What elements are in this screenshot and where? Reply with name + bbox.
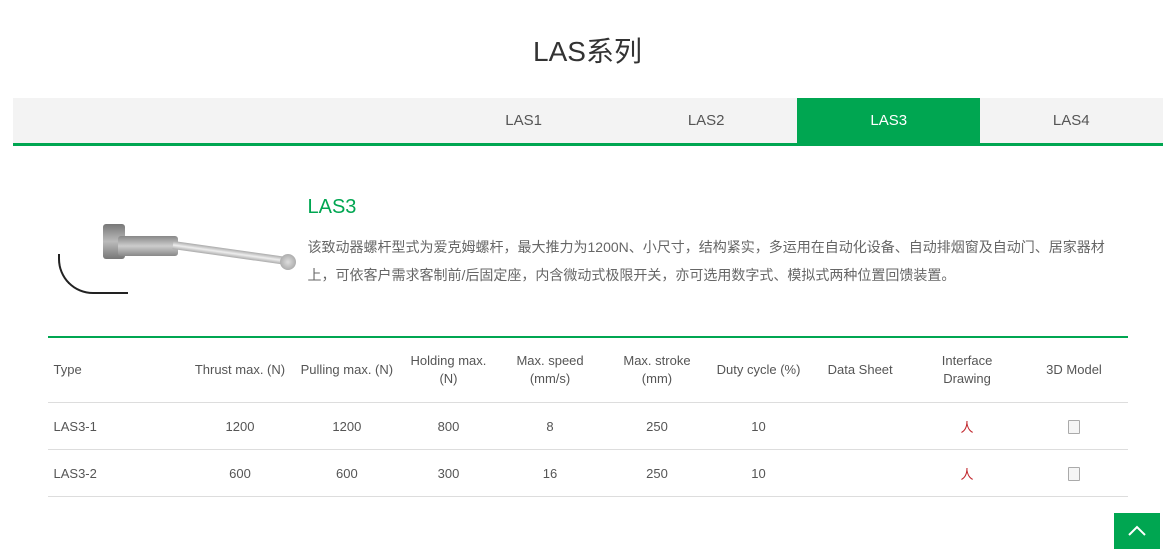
page-title: LAS系列 [0, 0, 1175, 98]
product-image [48, 196, 278, 306]
intro-text: LAS3 该致动器螺杆型式为爱克姆螺杆，最大推力为1200N、小尺寸，结构紧实，… [308, 196, 1128, 306]
col-interface: Interface Drawing [914, 337, 1021, 403]
col-thrust: Thrust max. (N) [187, 337, 294, 403]
cell-interface[interactable]: 人 [914, 450, 1021, 497]
tab-las1[interactable]: LAS1 [432, 98, 615, 143]
spec-table: Type Thrust max. (N) Pulling max. (N) Ho… [48, 336, 1128, 497]
cell-speed: 16 [497, 450, 604, 497]
content-area: LAS3 该致动器螺杆型式为爱克姆螺杆，最大推力为1200N、小尺寸，结构紧实，… [48, 146, 1128, 497]
cell-duty: 10 [710, 403, 806, 450]
tabs-container: LAS1 LAS2 LAS3 LAS4 [13, 98, 1163, 143]
file-icon[interactable] [1068, 467, 1080, 481]
cell-pulling: 1200 [293, 403, 400, 450]
cell-3dmodel[interactable] [1021, 403, 1128, 450]
cell-duty: 10 [710, 450, 806, 497]
tab-las2[interactable]: LAS2 [615, 98, 798, 143]
table-header-row: Type Thrust max. (N) Pulling max. (N) Ho… [48, 337, 1128, 403]
cell-3dmodel[interactable] [1021, 450, 1128, 497]
col-pulling: Pulling max. (N) [293, 337, 400, 403]
cell-stroke: 250 [604, 450, 711, 497]
col-holding: Holding max. (N) [400, 337, 496, 403]
cell-thrust: 600 [187, 450, 294, 497]
cell-datasheet [807, 450, 914, 497]
product-name: LAS3 [308, 196, 1128, 219]
col-stroke: Max. stroke (mm) [604, 337, 711, 403]
col-duty: Duty cycle (%) [710, 337, 806, 403]
cell-pulling: 600 [293, 450, 400, 497]
pdf-icon[interactable]: 人 [960, 464, 974, 478]
col-speed: Max. speed (mm/s) [497, 337, 604, 403]
tab-las4[interactable]: LAS4 [980, 98, 1163, 143]
pdf-icon[interactable]: 人 [960, 417, 974, 431]
col-type: Type [48, 337, 187, 403]
back-to-top-button[interactable] [1114, 513, 1160, 549]
col-datasheet: Data Sheet [807, 337, 914, 403]
cell-type: LAS3-2 [48, 450, 187, 497]
table-row: LAS3-2 600 600 300 16 250 10 人 [48, 450, 1128, 497]
cell-interface[interactable]: 人 [914, 403, 1021, 450]
file-icon[interactable] [1068, 420, 1080, 434]
cell-speed: 8 [497, 403, 604, 450]
cell-thrust: 1200 [187, 403, 294, 450]
cell-stroke: 250 [604, 403, 711, 450]
tab-las3[interactable]: LAS3 [797, 98, 980, 143]
col-3dmodel: 3D Model [1021, 337, 1128, 403]
cell-holding: 300 [400, 450, 496, 497]
product-intro: LAS3 该致动器螺杆型式为爱克姆螺杆，最大推力为1200N、小尺寸，结构紧实，… [48, 196, 1128, 306]
tab-spacer [13, 98, 433, 143]
table-row: LAS3-1 1200 1200 800 8 250 10 人 [48, 403, 1128, 450]
product-description: 该致动器螺杆型式为爱克姆螺杆，最大推力为1200N、小尺寸，结构紧实，多运用在自… [308, 233, 1128, 289]
cell-datasheet [807, 403, 914, 450]
chevron-up-icon [1127, 525, 1147, 537]
cell-holding: 800 [400, 403, 496, 450]
cell-type: LAS3-1 [48, 403, 187, 450]
